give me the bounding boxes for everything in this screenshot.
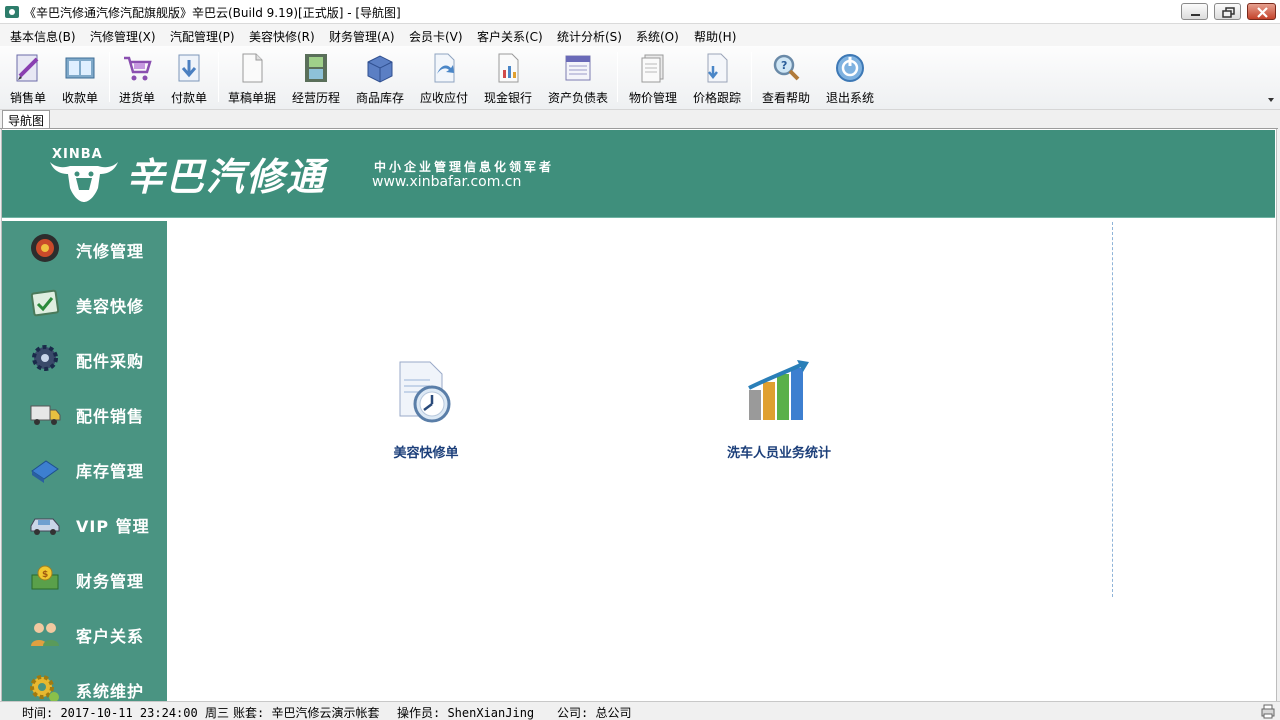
inventory-book-icon: [31, 460, 59, 483]
restore-button[interactable]: [1214, 3, 1241, 20]
toolbar-separator: [617, 52, 618, 102]
toolbar-help[interactable]: ? 查看帮助: [758, 48, 814, 106]
menu-basic-info[interactable]: 基本信息(B): [10, 28, 76, 45]
toolbar-inventory[interactable]: 商品库存: [352, 48, 408, 106]
sidebar-item-parts-sales[interactable]: 配件销售: [2, 386, 167, 441]
tab-navigation-map[interactable]: 导航图: [2, 110, 50, 129]
help-magnifier-icon: ?: [773, 54, 800, 81]
exit-icon: [836, 54, 864, 82]
toolbar-draft[interactable]: 草稿单据: [224, 48, 280, 106]
minimize-button[interactable]: [1181, 3, 1208, 20]
price-track-icon: [707, 53, 728, 83]
menu-beauty-repair[interactable]: 美容快修(R): [249, 28, 315, 45]
status-printer-icon[interactable]: [1260, 704, 1276, 719]
status-time: 时间: 2017-10-11 23:24:00 周三: [22, 706, 229, 720]
film-history-icon: [305, 54, 327, 82]
sidebar-item-vip[interactable]: VIP 管理: [2, 496, 167, 551]
system-gear-icon: [30, 675, 59, 702]
toolbar-receivable[interactable]: 应收应付: [416, 48, 472, 106]
car-repair-icon: [31, 234, 59, 262]
toolbar-separator: [109, 52, 110, 102]
toolbar-cash-bank[interactable]: 现金银行: [480, 48, 536, 106]
toolbar-receipt[interactable]: 收款单: [56, 48, 104, 106]
banner-divider: [2, 217, 1275, 221]
toolbar-price-track[interactable]: 价格跟踪: [689, 48, 745, 106]
status-account: 账套: 辛巴汽修云演示帐套: [233, 706, 380, 720]
toolbar-separator: [751, 52, 752, 102]
toolbar-history[interactable]: 经营历程: [288, 48, 344, 106]
website-url: www.xinbafar.com.cn: [372, 174, 522, 190]
status-bar: 时间: 2017-10-11 23:24:00 周三 账套: 辛巴汽修云演示帐套…: [0, 701, 1280, 720]
toolbar: 销售单 收款单 进货单 付款单 草稿单据 经营历程 商品库存 应收应付 现金银行…: [0, 46, 1280, 110]
sales-order-icon: [16, 54, 39, 82]
close-button[interactable]: [1247, 3, 1276, 20]
app-icon: [5, 6, 19, 18]
title-bar: 《辛巴汽修通汽修汽配旗舰版》辛巴云(Build 9.19)[正式版] - [导航…: [0, 0, 1280, 24]
svg-text:$: $: [42, 570, 48, 580]
brand-english: XINBA: [52, 147, 103, 162]
shortcut-label: 美容快修单: [393, 446, 459, 461]
shortcut-label: 洗车人员业务统计: [726, 446, 831, 461]
finance-money-icon: $: [31, 565, 59, 590]
receipt-icon: [65, 57, 95, 79]
sidebar: 汽修管理 美容快修 配件采购 配件销售 库存管理 VIP 管理 $ 财务管理 客…: [2, 221, 167, 702]
bar-chart-growth-icon: [748, 360, 809, 420]
menu-parts-manage[interactable]: 汽配管理(P): [170, 28, 235, 45]
toolbar-purchase[interactable]: 进货单: [113, 48, 161, 106]
menu-member-card[interactable]: 会员卡(V): [409, 28, 463, 45]
cash-bank-icon: [498, 53, 519, 83]
shortcut-car-wash-stats[interactable]: 洗车人员业务统计: [709, 356, 849, 466]
document-clock-icon: [399, 361, 451, 423]
purchase-cart-icon: [124, 56, 152, 81]
toolbar-balance-sheet[interactable]: 资产负债表: [544, 48, 612, 106]
menu-help[interactable]: 帮助(H): [694, 28, 736, 45]
vip-car-icon: [30, 518, 60, 535]
menu-statistics[interactable]: 统计分析(S): [557, 28, 622, 45]
menu-customer-relations[interactable]: 客户关系(C): [477, 28, 543, 45]
sidebar-item-inventory[interactable]: 库存管理: [2, 441, 167, 496]
toolbar-separator: [218, 52, 219, 102]
toolbar-payment[interactable]: 付款单: [165, 48, 213, 106]
sidebar-item-customers[interactable]: 客户关系: [2, 606, 167, 661]
status-company: 公司: 总公司: [557, 706, 632, 720]
balance-sheet-icon: [565, 55, 591, 81]
window-title: 《辛巴汽修通汽修汽配旗舰版》辛巴云(Build 9.19)[正式版] - [导航…: [24, 6, 401, 20]
tab-strip: 导航图: [0, 110, 1280, 129]
toolbar-overflow-icon[interactable]: [1266, 96, 1276, 104]
shortcut-beauty-repair-order[interactable]: 美容快修单: [366, 356, 486, 466]
menu-finance[interactable]: 财务管理(A): [329, 28, 395, 45]
parts-purchase-icon: [32, 345, 58, 371]
parts-sales-truck-icon: [30, 405, 61, 425]
sidebar-item-beauty-repair[interactable]: 美容快修: [2, 276, 167, 331]
customers-icon: [31, 623, 59, 646]
price-manage-icon: [641, 54, 664, 83]
draft-icon: [242, 53, 263, 83]
menu-repair-manage[interactable]: 汽修管理(X): [90, 28, 156, 45]
toolbar-exit[interactable]: 退出系统: [822, 48, 878, 106]
toolbar-sales-order[interactable]: 销售单: [4, 48, 52, 106]
sidebar-item-finance[interactable]: $ 财务管理: [2, 551, 167, 606]
status-operator: 操作员: ShenXianJing: [397, 706, 535, 720]
beauty-repair-icon: [30, 289, 60, 317]
payment-icon: [178, 54, 200, 82]
svg-text:?: ?: [781, 59, 787, 72]
content-divider: [1112, 222, 1113, 597]
toolbar-price-manage[interactable]: 物价管理: [625, 48, 681, 106]
receivable-icon: [434, 53, 455, 83]
menu-system[interactable]: 系统(O): [636, 28, 679, 45]
brand-slogan: 中小企业管理信息化领军者: [374, 160, 555, 174]
sidebar-item-parts-purchase[interactable]: 配件采购: [2, 331, 167, 386]
menu-bar: 基本信息(B) 汽修管理(X) 汽配管理(P) 美容快修(R) 财务管理(A) …: [0, 24, 1280, 46]
sidebar-item-car-repair[interactable]: 汽修管理: [2, 221, 167, 276]
inventory-box-icon: [367, 55, 393, 83]
brand-name: 辛巴汽修通: [126, 155, 327, 199]
